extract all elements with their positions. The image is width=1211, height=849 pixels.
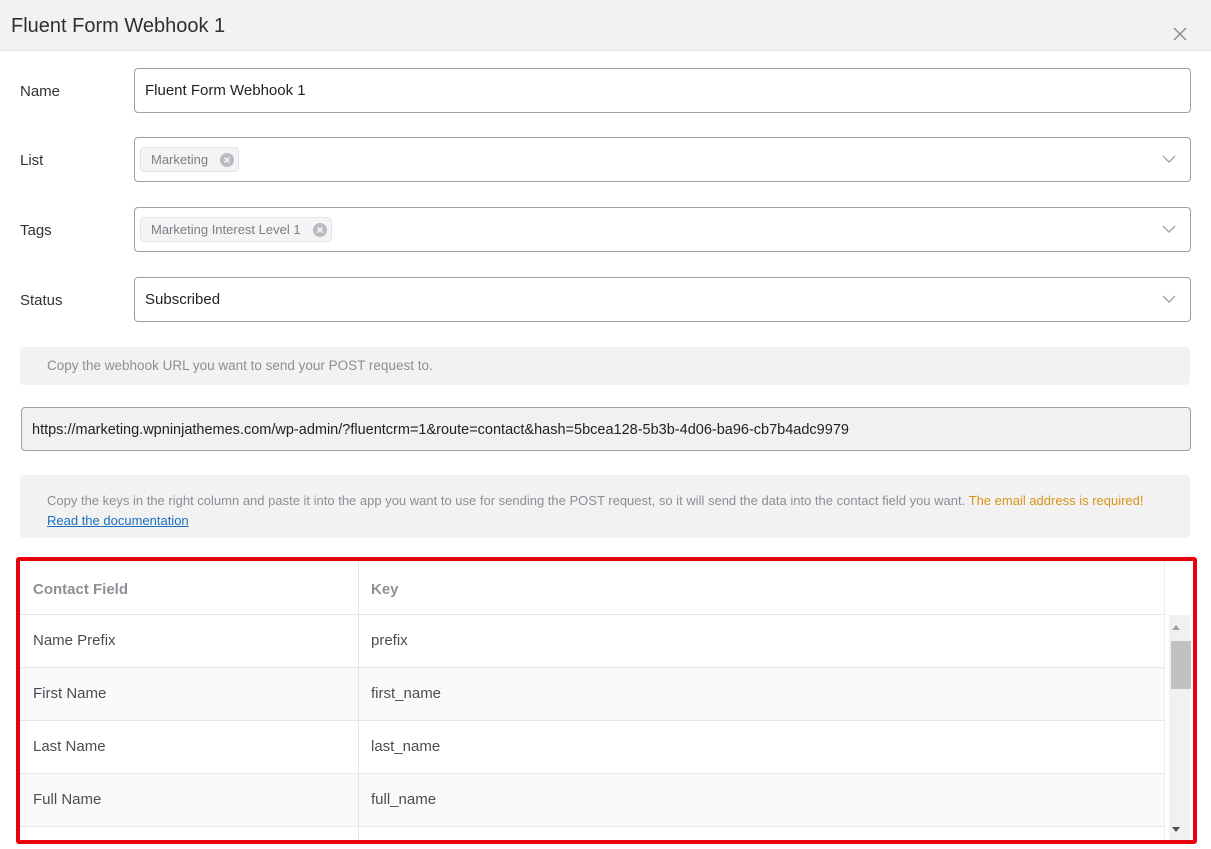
- table-row: [20, 827, 1164, 840]
- webhook-instruction-text: Copy the webhook URL you want to send yo…: [47, 358, 433, 373]
- scroll-up-arrow-icon[interactable]: [1171, 623, 1181, 631]
- table-row: First Name first_name: [20, 668, 1164, 721]
- name-input-value: Fluent Form Webhook 1: [145, 82, 306, 99]
- row-key[interactable]: prefix: [371, 632, 408, 649]
- scroll-thumb[interactable]: [1171, 641, 1191, 689]
- close-button[interactable]: [1171, 25, 1189, 43]
- list-label: List: [20, 152, 44, 169]
- tag-remove-button[interactable]: [220, 153, 235, 167]
- webhook-instruction-box: Copy the webhook URL you want to send yo…: [20, 347, 1190, 385]
- table-scrollbar[interactable]: [1164, 561, 1193, 840]
- table-row: Full Name full_name: [20, 774, 1164, 827]
- name-input[interactable]: Fluent Form Webhook 1: [134, 68, 1191, 113]
- row-field: First Name: [33, 685, 107, 702]
- scroll-down-arrow-icon[interactable]: [1171, 826, 1181, 834]
- email-required-warning: The email address is required!: [968, 493, 1144, 508]
- chevron-down-icon: [1162, 225, 1176, 233]
- close-icon: [224, 157, 231, 163]
- table-header: Contact Field Key: [20, 561, 1193, 615]
- list-select[interactable]: Marketing: [134, 137, 1191, 182]
- table-row: Last Name last_name: [20, 721, 1164, 774]
- dialog-title: Fluent Form Webhook 1: [11, 15, 226, 37]
- tags-tag-marketing-interest: Marketing Interest Level 1: [140, 217, 332, 242]
- table-body: Name Prefix prefix First Name first_name…: [20, 615, 1164, 840]
- webhook-url-value: https://marketing.wpninjathemes.com/wp-a…: [32, 422, 849, 438]
- keys-instruction-body: Copy the keys in the right column and pa…: [47, 493, 966, 508]
- keys-instruction-text: Copy the keys in the right column and pa…: [47, 491, 1157, 531]
- list-tag-marketing: Marketing: [140, 147, 240, 172]
- close-icon: [1173, 27, 1187, 41]
- row-field: Last Name: [33, 738, 106, 755]
- tag-remove-button[interactable]: [312, 223, 327, 237]
- row-field: Name Prefix: [33, 632, 116, 649]
- list-tag-label: Marketing: [151, 152, 209, 167]
- contact-field-table: Contact Field Key Name Prefix prefix Fir…: [16, 557, 1197, 844]
- row-key[interactable]: first_name: [371, 685, 441, 702]
- header-contact-field: Contact Field: [33, 581, 129, 598]
- status-label: Status: [20, 292, 63, 309]
- header-key: Key: [371, 581, 399, 598]
- status-select[interactable]: Subscribed: [134, 277, 1191, 322]
- row-field: Full Name: [33, 791, 102, 808]
- name-label: Name: [20, 83, 61, 100]
- row-key[interactable]: full_name: [371, 791, 436, 808]
- tags-label: Tags: [20, 222, 52, 239]
- table-row: Name Prefix prefix: [20, 615, 1164, 668]
- documentation-link[interactable]: Read the documentation: [47, 513, 189, 528]
- tags-select[interactable]: Marketing Interest Level 1: [134, 207, 1191, 252]
- close-icon: [316, 227, 323, 233]
- dialog-header: Fluent Form Webhook 1: [0, 0, 1211, 51]
- chevron-down-icon: [1162, 295, 1176, 303]
- status-select-value: Subscribed: [145, 291, 221, 308]
- keys-instruction-box: Copy the keys in the right column and pa…: [20, 475, 1190, 538]
- webhook-url-field[interactable]: https://marketing.wpninjathemes.com/wp-a…: [21, 407, 1191, 451]
- table-inner: Contact Field Key Name Prefix prefix Fir…: [20, 561, 1193, 840]
- tags-tag-label: Marketing Interest Level 1: [151, 222, 301, 237]
- column-divider: [358, 561, 359, 840]
- row-key[interactable]: last_name: [371, 738, 440, 755]
- chevron-down-icon: [1162, 155, 1176, 163]
